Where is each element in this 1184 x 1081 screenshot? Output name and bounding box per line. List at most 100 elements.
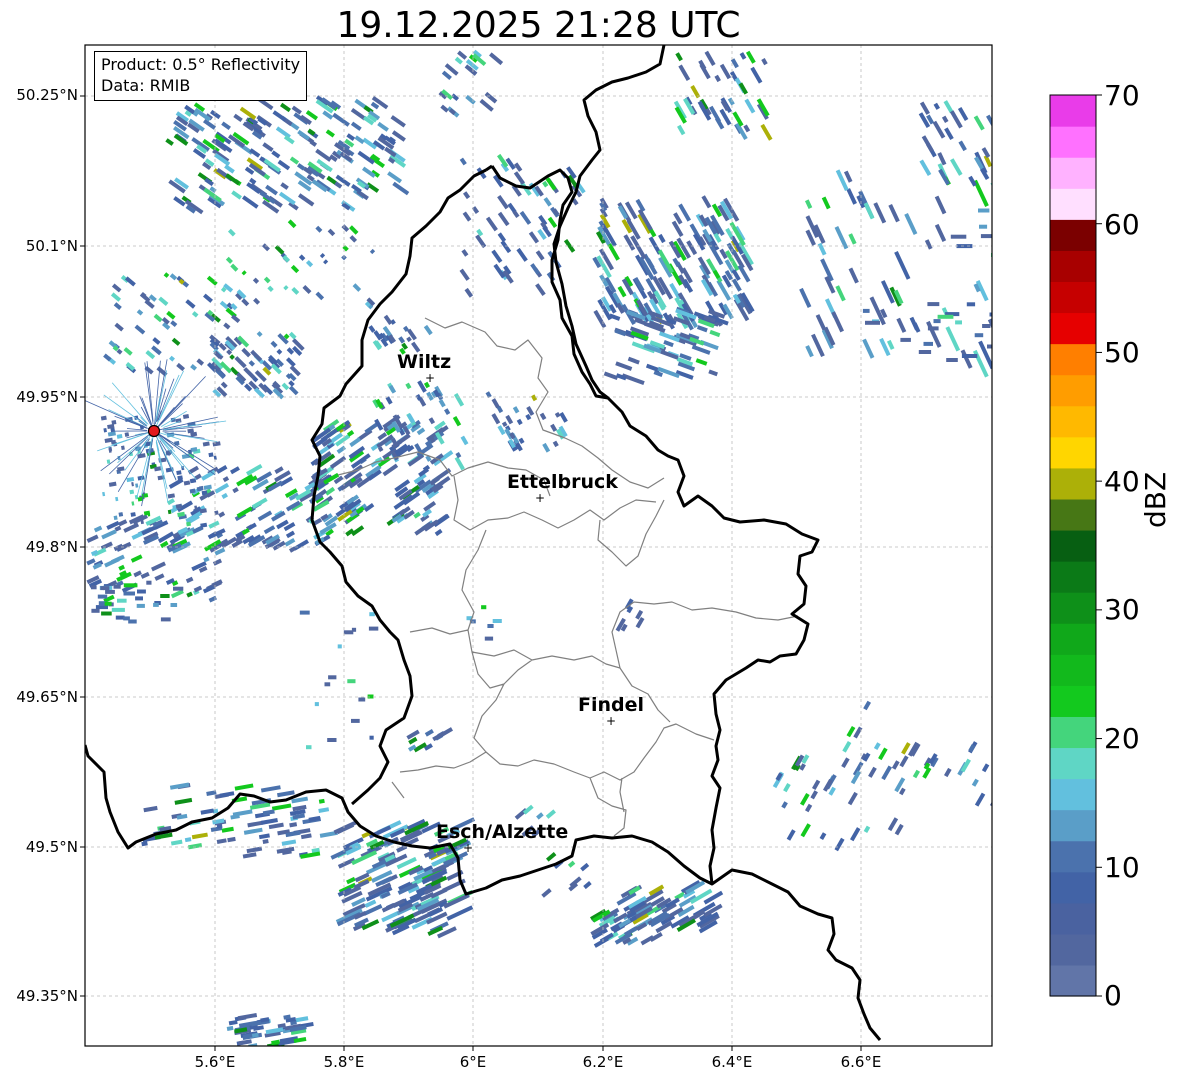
colorbar-segment xyxy=(1050,374,1096,407)
colorbar-segment xyxy=(1050,250,1096,283)
echo-cell xyxy=(992,209,1000,213)
lon-label: 6.4°E xyxy=(711,1053,753,1071)
echo-cell xyxy=(160,594,170,598)
echo-cell xyxy=(358,697,366,702)
colorbar-segment xyxy=(1050,685,1096,717)
colorbar-segment xyxy=(1050,561,1096,593)
echo-cell xyxy=(118,512,124,517)
echo-cell xyxy=(176,470,182,476)
echo-cell xyxy=(136,603,145,608)
echo-cell xyxy=(160,617,171,622)
echo-cell xyxy=(314,702,319,707)
colorbar-segment xyxy=(1050,840,1096,873)
colorbar-segment xyxy=(1050,778,1096,811)
echo-cell xyxy=(974,333,984,338)
colorbar-segment xyxy=(1050,95,1096,127)
colorbar-segment xyxy=(1050,126,1096,158)
colorbar-segment xyxy=(1050,933,1096,966)
echo-cell xyxy=(956,244,973,249)
echo-cell xyxy=(113,515,118,521)
echo-cell xyxy=(113,584,121,589)
echo-cell xyxy=(137,589,146,594)
echo-cell xyxy=(990,181,992,207)
echo-cell xyxy=(369,612,375,617)
lon-label: 5.8°E xyxy=(323,1053,365,1071)
data-source-label: Data: RMIB xyxy=(101,76,191,95)
echo-cell xyxy=(918,350,932,354)
colorbar-segment xyxy=(1050,312,1096,345)
colorbar-segment xyxy=(1050,281,1096,314)
echo-cell xyxy=(1004,206,1018,210)
colorbar-unit-label: dBZ xyxy=(1139,471,1172,528)
echo-cell xyxy=(369,735,374,740)
city-label-findel: Findel xyxy=(578,694,644,716)
echo-cell xyxy=(927,326,939,331)
echo-cell xyxy=(123,591,135,596)
echo-cell xyxy=(120,445,125,451)
echo-cell xyxy=(368,626,379,631)
echo-cell xyxy=(351,718,360,723)
echo-cell xyxy=(123,616,130,621)
colorbar-segment xyxy=(1050,436,1096,469)
echo-cell xyxy=(966,302,976,307)
echo-cell xyxy=(865,320,880,325)
radar-site-marker xyxy=(147,424,161,438)
echo-cell xyxy=(978,208,990,213)
colorbar-segment xyxy=(1050,188,1096,220)
lon-label: 6°E xyxy=(459,1053,487,1071)
echo-cell xyxy=(487,624,494,628)
echo-cell xyxy=(111,420,117,425)
lon-ticks xyxy=(214,1046,862,1051)
colorbar-segment xyxy=(1050,219,1096,251)
echo-cell xyxy=(937,314,954,319)
echo-cell xyxy=(933,319,941,324)
colorbar-segment xyxy=(1050,902,1096,935)
colorbar-segment xyxy=(1050,157,1096,189)
lat-label: 49.35°N xyxy=(16,987,78,1005)
city-marker-wiltz: + xyxy=(425,371,435,385)
echo-cell xyxy=(979,224,988,229)
colorbar-segment xyxy=(1050,467,1096,500)
echo-cell xyxy=(324,682,331,687)
colorbar-segment xyxy=(1050,498,1096,531)
echo-cell xyxy=(987,344,992,349)
echo-cell xyxy=(123,583,138,588)
echo-cell xyxy=(104,601,112,606)
colorbar-tick-label: 10 xyxy=(1104,851,1140,884)
echo-cell xyxy=(347,679,356,684)
city-label-ettelbruck: Ettelbruck xyxy=(507,471,618,493)
colorbar xyxy=(1050,95,1096,997)
echo-cell xyxy=(328,675,337,680)
colorbar-segment xyxy=(1050,964,1096,997)
echo-cell xyxy=(177,475,183,481)
echo-cell xyxy=(991,160,992,172)
echo-cell xyxy=(481,605,487,610)
echo-cell xyxy=(991,296,992,317)
radar-site xyxy=(147,424,161,438)
lon-label: 6.2°E xyxy=(582,1053,624,1071)
echo-cell xyxy=(124,432,130,437)
colorbar-tick-label: 0 xyxy=(1104,979,1122,1012)
city-marker-findel: + xyxy=(606,714,616,728)
city-marker-ettelbruck: + xyxy=(535,491,545,505)
echo-cell xyxy=(100,586,110,591)
colorbar-segment xyxy=(1050,343,1096,376)
product-label: Product: 0.5° Reflectivity xyxy=(101,55,301,74)
echo-cell xyxy=(999,226,1005,230)
echo-cell xyxy=(306,745,312,750)
echo-cell xyxy=(129,489,135,495)
echo-cell xyxy=(135,596,143,601)
colorbar-segment xyxy=(1050,592,1096,624)
echo-cell xyxy=(980,234,992,239)
lon-label: 6.6°E xyxy=(840,1053,882,1071)
lat-label: 50.25°N xyxy=(16,86,78,104)
echo-cell xyxy=(101,611,112,616)
radar-map: Wiltz + Ettelbruck + Findel + Esch/Alzet… xyxy=(80,44,1102,1051)
echo-cell xyxy=(993,778,1002,790)
city-marker-esch-alzette: + xyxy=(463,841,473,855)
echo-cell xyxy=(111,607,125,612)
page-title: 19.12.2025 21:28 UTC xyxy=(336,5,741,46)
echo-cell xyxy=(343,630,354,635)
lat-label: 49.65°N xyxy=(16,688,78,706)
echo-cell xyxy=(950,234,967,239)
